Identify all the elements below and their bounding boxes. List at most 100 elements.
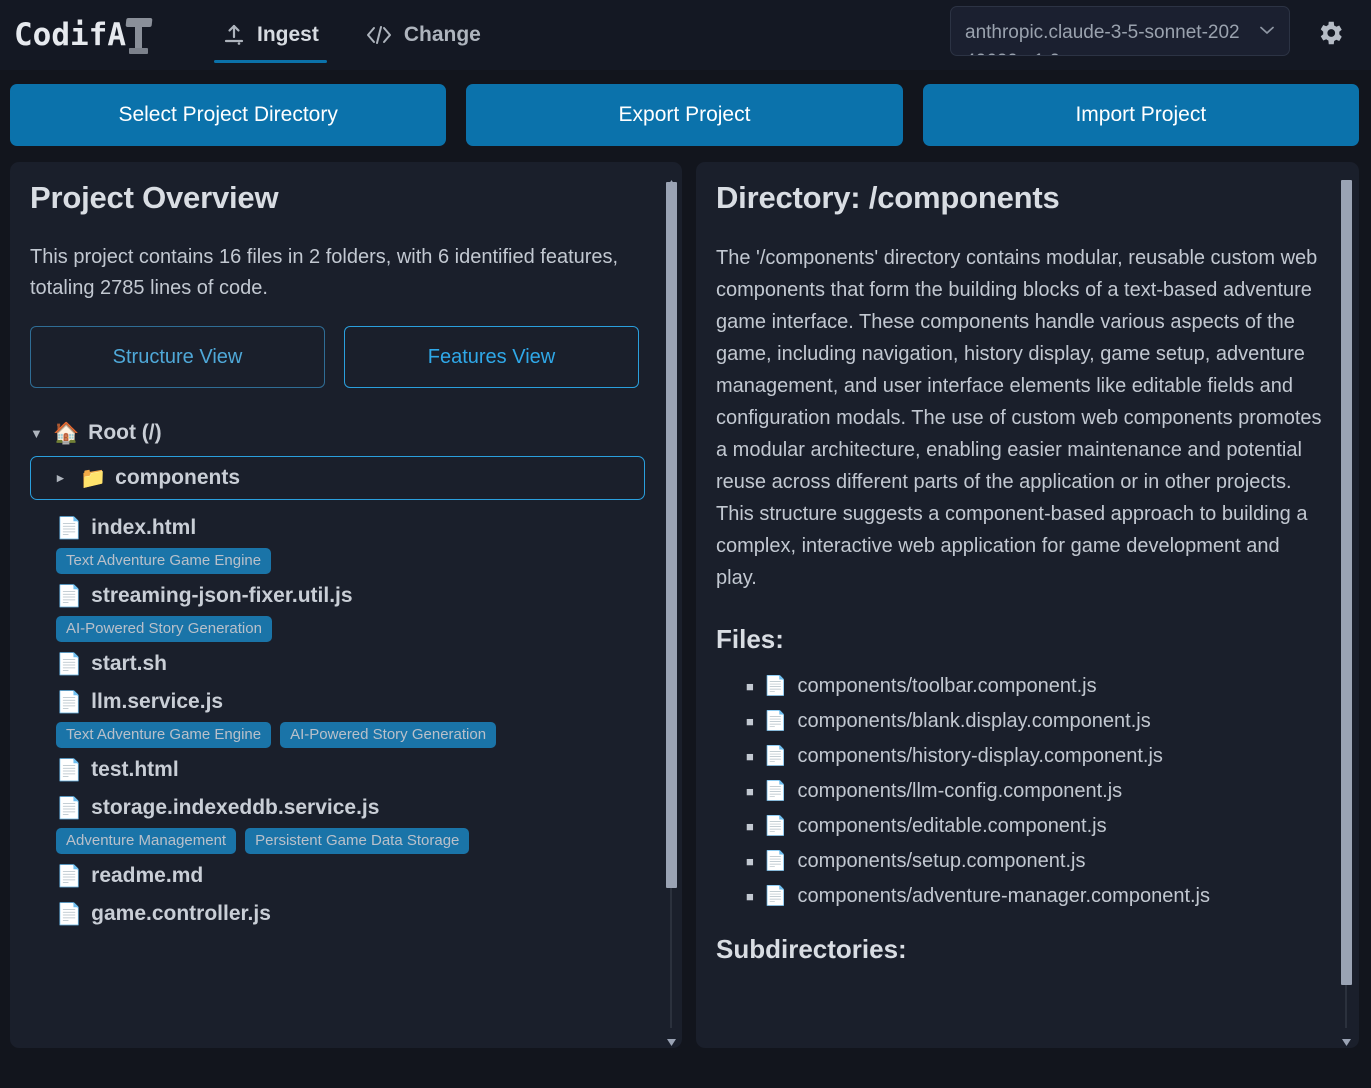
file-path: components/toolbar.component.js [797,675,1097,697]
file-icon: 📄 [56,652,83,676]
file-name: index.html [91,516,197,539]
scroll-thumb[interactable] [1341,180,1352,985]
status-badge[interactable]: AI-Powered Story Generation [280,722,497,748]
file-icon: 📄 [56,902,83,926]
list-item[interactable]: ■ 📄 components/editable.component.js [746,815,1325,838]
nav-tabs: Ingest Change [213,0,489,70]
tab-ingest-label: Ingest [256,23,319,46]
file-name: streaming-json-fixer.util.js [91,584,353,607]
app-logo: CodifA [14,14,154,56]
list-item[interactable]: 📄 test.html [56,754,648,786]
tab-ingest[interactable]: Ingest [213,0,327,70]
list-item[interactable]: 📄 llm.service.js Text Adventure Game Eng… [56,686,648,748]
file-icon: 📄 [56,584,83,608]
list-item[interactable]: 📄 storage.indexeddb.service.js Adventure… [56,792,648,854]
file-name: readme.md [91,864,204,887]
square-bullet-icon: ■ [746,679,754,694]
status-badge[interactable]: Adventure Management [56,828,237,854]
select-project-directory-button[interactable]: Select Project Directory [10,84,447,146]
file-tags: AI-Powered Story Generation [56,616,648,642]
settings-button[interactable] [1308,13,1352,57]
left-panel-scrollbar[interactable] [664,172,680,1046]
tree-folder-label: components [115,466,240,489]
file-path: components/editable.component.js [797,815,1107,837]
list-item[interactable]: ■ 📄 components/history-display.component… [746,745,1325,768]
directory-details-panel: Directory: /components The '/components'… [696,162,1359,1048]
right-panel-scrollbar[interactable] [1339,172,1355,1046]
tab-change-label: Change [403,23,481,46]
square-bullet-icon: ■ [746,784,754,799]
scroll-up-arrow-icon[interactable] [667,174,676,187]
folder-icon: 📁 [80,466,107,490]
scroll-down-arrow-icon[interactable] [1342,1033,1351,1046]
file-path: components/llm-config.component.js [797,780,1123,802]
list-item[interactable]: ■ 📄 components/llm-config.component.js [746,780,1325,803]
status-badge[interactable]: Text Adventure Game Engine [56,548,272,574]
file-icon: 📄 [56,516,83,540]
directory-details-body: Directory: /components The '/components'… [696,162,1359,1048]
gear-icon [1315,18,1345,53]
square-bullet-icon: ■ [746,714,754,729]
tree-root-label: Root (/) [88,421,162,444]
subdirectories-heading: Subdirectories: [716,934,907,964]
project-summary: This project contains 16 files in 2 fold… [30,246,619,299]
project-overview-body: Project Overview This project contains 1… [10,162,682,1048]
file-name: game.controller.js [91,902,271,925]
export-project-button[interactable]: Export Project [466,84,903,146]
list-item[interactable]: ■ 📄 components/toolbar.component.js [746,675,1325,698]
list-item[interactable]: 📄 game.controller.js [56,898,648,930]
file-icon: 📄 [763,711,788,732]
directory-files-list: ■ 📄 components/toolbar.component.js ■ 📄 … [716,675,1325,908]
file-tags: Text Adventure Game Engine AI-Powered St… [56,722,648,748]
features-view-button[interactable]: Features View [344,326,639,388]
file-name: storage.indexeddb.service.js [91,796,380,819]
file-icon: 📄 [763,851,788,872]
model-selector-value: anthropic.claude-3-5-sonnet-20240620-v1:… [965,22,1240,55]
code-icon [365,24,393,46]
file-name: start.sh [91,652,168,675]
file-icon: 📄 [763,886,788,907]
file-name: llm.service.js [91,690,224,713]
import-project-button[interactable]: Import Project [922,84,1359,146]
file-tags: Text Adventure Game Engine [56,548,648,574]
page-title: Project Overview [30,180,279,215]
files-heading: Files: [716,624,784,654]
directory-title: Directory: /components [716,180,1060,215]
file-path: components/setup.component.js [797,850,1086,872]
chevron-right-icon[interactable]: ▸ [57,470,71,486]
scroll-thumb[interactable] [666,182,677,888]
model-selector[interactable]: anthropic.claude-3-5-sonnet-20240620-v1:… [950,6,1290,56]
list-item[interactable]: 📄 readme.md [56,860,648,892]
file-icon: 📄 [763,816,788,837]
tree-root-row[interactable]: ▼ 🏠 Root (/) [30,418,648,448]
square-bullet-icon: ■ [746,854,754,869]
tab-change[interactable]: Change [357,0,489,70]
directory-description: The '/components' directory contains mod… [716,247,1322,589]
list-item[interactable]: ■ 📄 components/setup.component.js [746,850,1325,873]
file-icon: 📄 [56,690,83,714]
structure-view-button[interactable]: Structure View [30,326,325,388]
list-item[interactable]: 📄 start.sh [56,648,648,680]
list-item[interactable]: ■ 📄 components/blank.display.component.j… [746,710,1325,733]
file-path: components/blank.display.component.js [797,710,1151,732]
top-bar: CodifA Ingest Change anthropic.claude-3-… [0,0,1371,70]
list-item[interactable]: ■ 📄 components/adventure-manager.compone… [746,885,1325,908]
file-tree: ▼ 🏠 Root (/) ▸ 📁 components 📄 index.html… [30,418,648,930]
file-icon: 📄 [56,758,83,782]
file-tags: Adventure Management Persistent Game Dat… [56,828,648,854]
view-toggle-group: Structure View Features View [30,326,648,388]
status-badge[interactable]: AI-Powered Story Generation [56,616,272,642]
status-badge[interactable]: Persistent Game Data Storage [245,828,470,854]
house-icon: 🏠 [53,421,80,445]
file-icon: 📄 [763,746,788,767]
tree-folder-components[interactable]: ▸ 📁 components [30,456,645,500]
file-icon: 📄 [56,796,83,820]
file-path: components/history-display.component.js [797,745,1163,767]
list-item[interactable]: 📄 streaming-json-fixer.util.js AI-Powere… [56,580,648,642]
hammer-icon [124,14,154,56]
chevron-down-icon [1259,22,1275,34]
chevron-down-icon[interactable]: ▼ [30,426,44,441]
list-item[interactable]: 📄 index.html Text Adventure Game Engine [56,512,648,574]
scroll-down-arrow-icon[interactable] [667,1033,676,1046]
status-badge[interactable]: Text Adventure Game Engine [56,722,272,748]
